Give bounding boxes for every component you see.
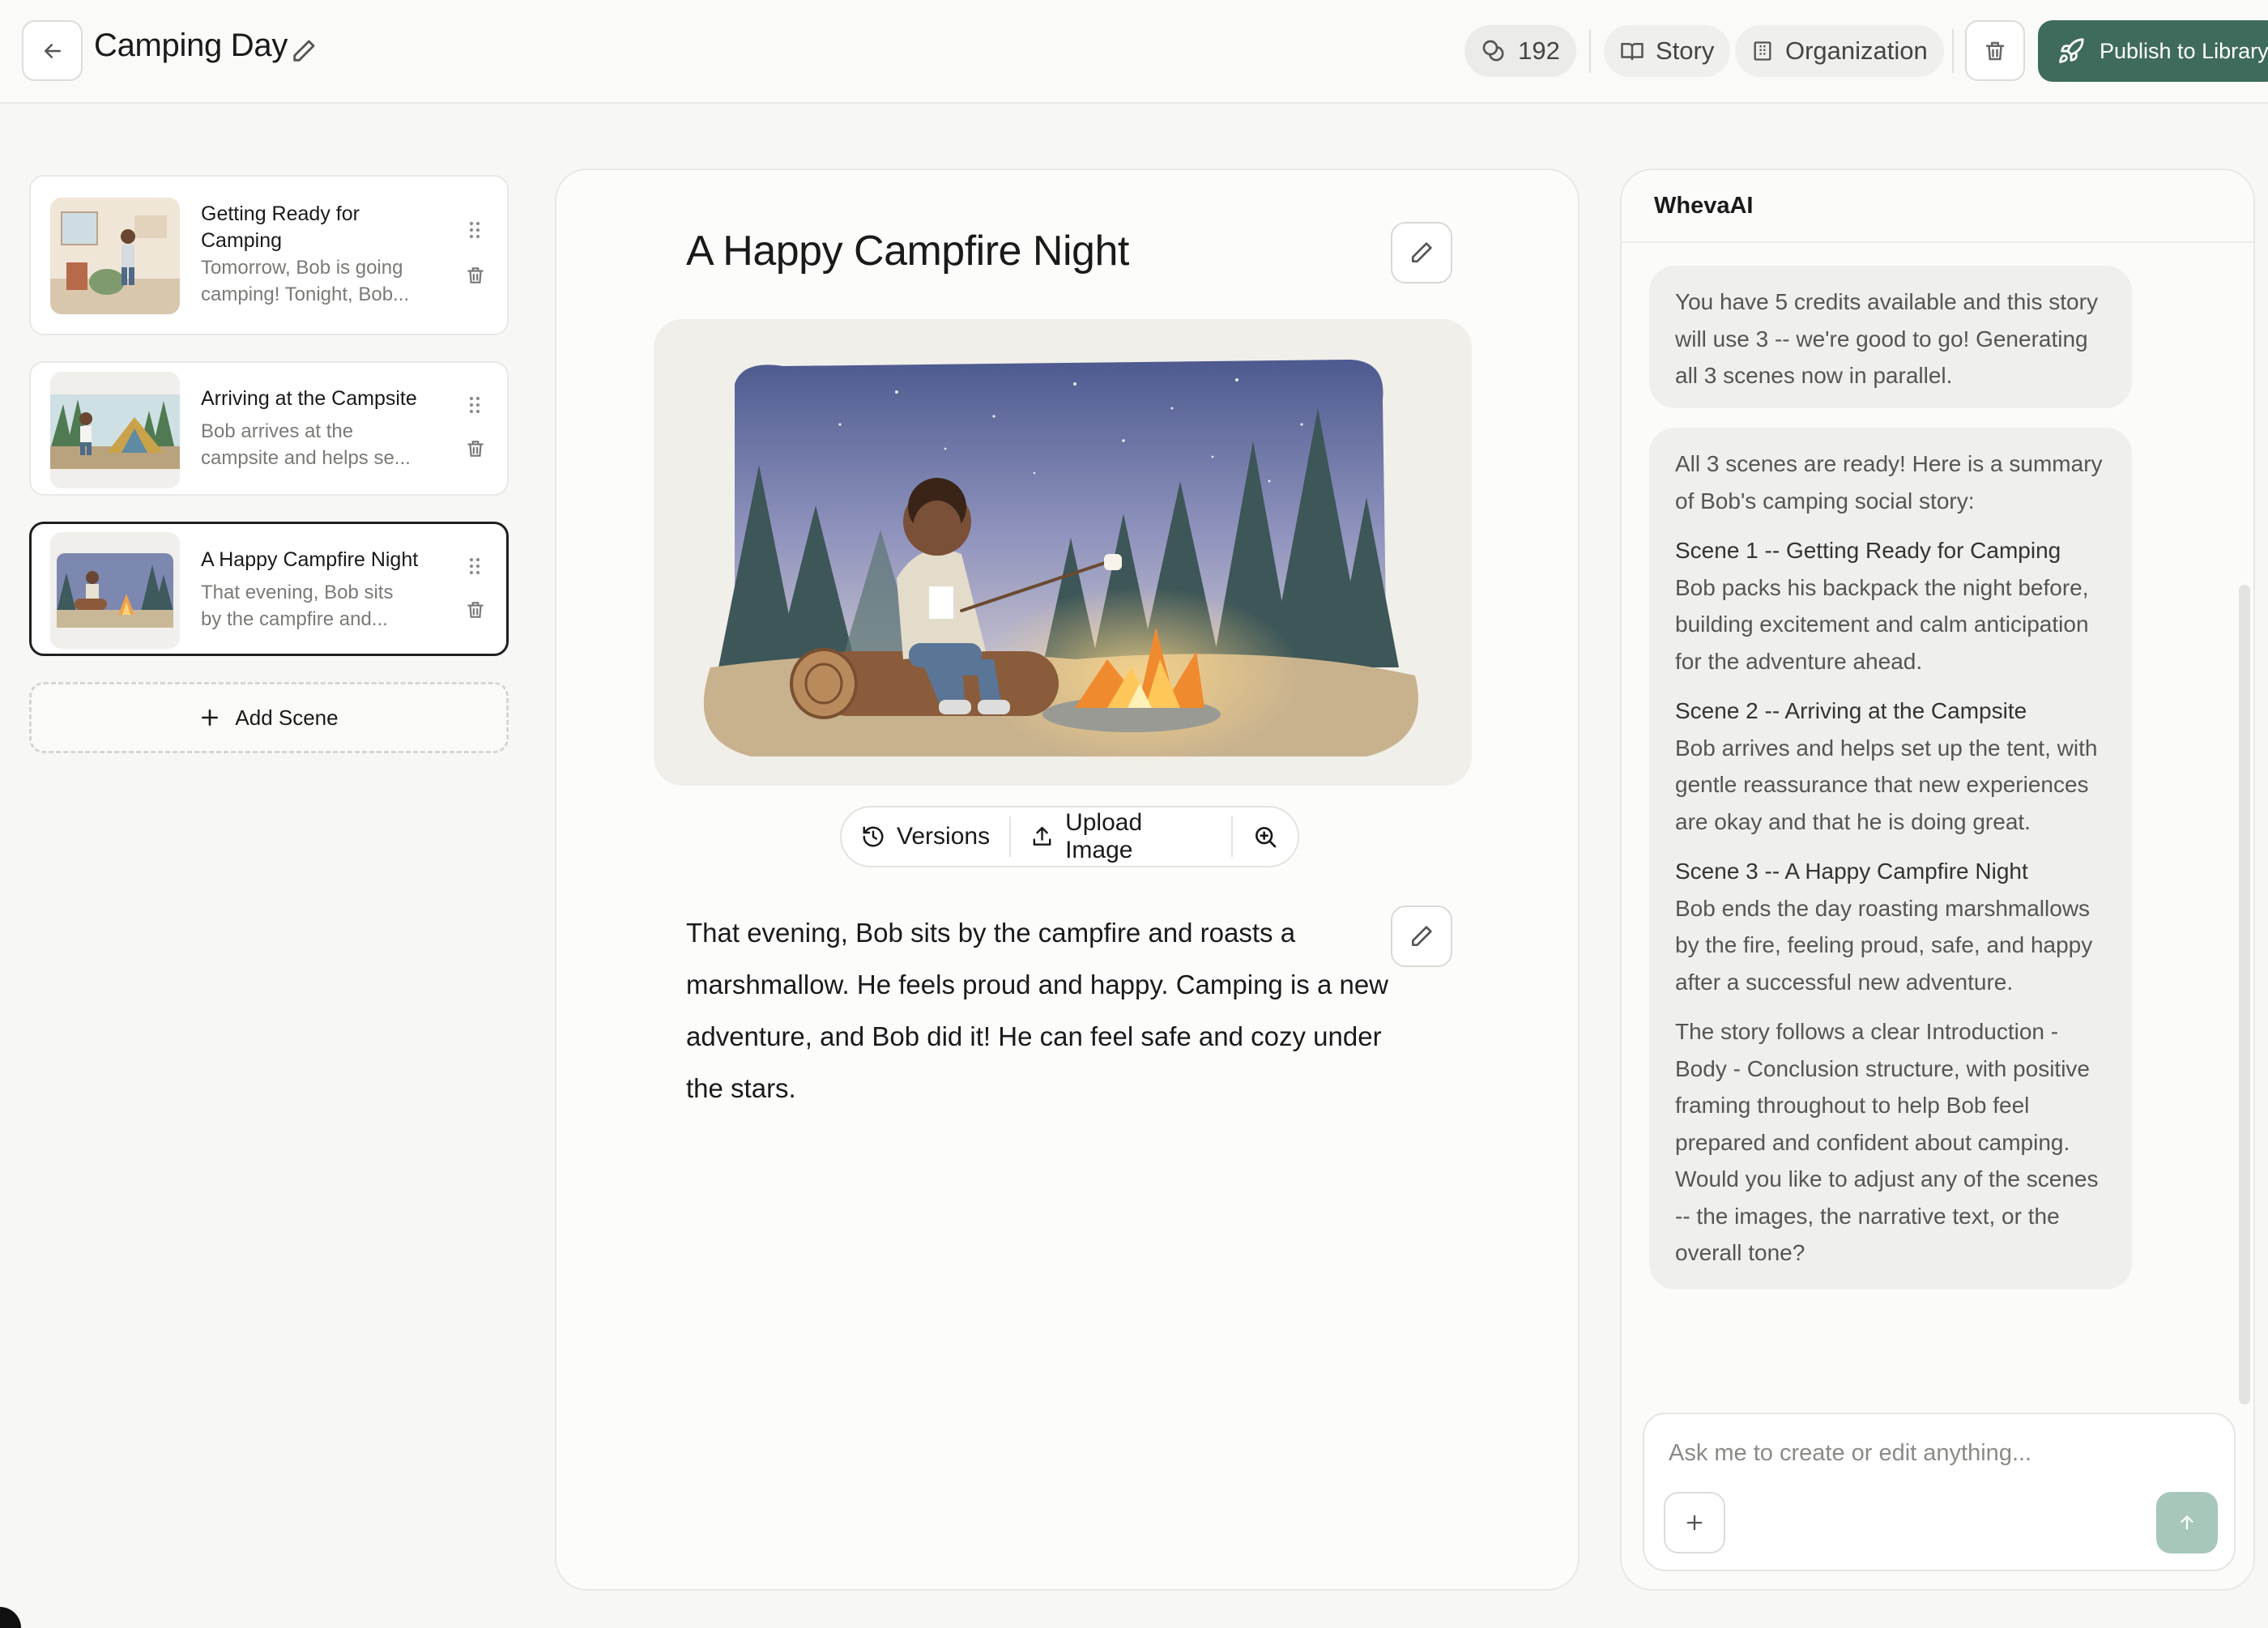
organization-tab[interactable]: Organization <box>1735 25 1944 77</box>
story-tab[interactable]: Story <box>1604 25 1731 77</box>
drag-handle[interactable] <box>468 220 481 244</box>
rocket-icon <box>2059 38 2084 63</box>
drag-handle[interactable] <box>468 556 481 580</box>
credits-badge[interactable]: 192 <box>1464 25 1576 77</box>
arrow-left-icon <box>44 43 61 58</box>
ai-panel-title: WhevaAI <box>1654 193 1754 219</box>
pencil-icon <box>1412 926 1432 946</box>
scene-editor: A Happy Campfire Night Versions Upload I… <box>555 168 1580 1591</box>
scene-summary-heading: Scene 1 -- Getting Ready for Camping <box>1675 538 2061 563</box>
upload-icon <box>1033 826 1051 846</box>
zoom-in-icon <box>1255 827 1277 848</box>
versions-label: Versions <box>897 823 991 850</box>
publish-button[interactable]: Publish to Library <box>2038 20 2268 82</box>
scene-thumbnail <box>50 198 180 314</box>
header-divider <box>1952 29 1954 73</box>
scene-description: Tomorrow, Bob is going <box>201 257 403 279</box>
add-scene-button[interactable]: Add Scene <box>29 682 509 753</box>
scene-title: Getting Ready for Camping <box>201 202 360 252</box>
scene-title: Arriving at the Campsite <box>201 387 417 410</box>
scene-description: Bob arrives at the <box>201 420 354 442</box>
scene-description: by the campfire and... <box>201 608 388 630</box>
plus-icon <box>202 710 219 726</box>
scene-summary-body: Bob arrives and helps set up the tent, w… <box>1675 735 2098 834</box>
scene-summary-heading: Scene 3 -- A Happy Campfire Night <box>1675 859 2028 884</box>
scene-card-1[interactable]: Getting Ready for Camping Tomorrow, Bob … <box>29 175 509 335</box>
book-icon <box>1621 43 1643 61</box>
attach-button[interactable] <box>1664 1492 1725 1553</box>
delete-story-button[interactable] <box>1965 20 2025 81</box>
zoom-button[interactable] <box>1233 808 1298 866</box>
history-icon <box>863 826 884 847</box>
credits-count: 192 <box>1518 36 1560 65</box>
send-button[interactable] <box>2156 1492 2218 1553</box>
message-text: You have 5 credits available and this st… <box>1675 289 2098 388</box>
delete-scene-button[interactable] <box>465 264 486 291</box>
ai-assistant-panel: WhevaAI You have 5 credits available and… <box>1620 168 2255 1591</box>
edit-title-button[interactable] <box>290 37 318 69</box>
building-icon <box>1754 41 1771 61</box>
delete-scene-button[interactable] <box>465 437 486 464</box>
grip-icon <box>470 397 480 413</box>
ai-message: All 3 scenes are ready! Here is a summar… <box>1649 428 2132 1289</box>
message-text: The story follows a clear Introduction -… <box>1675 1019 2099 1265</box>
edit-heading-button[interactable] <box>1391 222 1452 283</box>
story-tab-label: Story <box>1656 36 1715 65</box>
coins-icon <box>1482 40 1504 62</box>
pencil-icon <box>293 40 315 62</box>
pencil-icon <box>1412 242 1432 262</box>
ai-message: You have 5 credits available and this st… <box>1649 266 2132 408</box>
add-scene-label: Add Scene <box>235 705 339 730</box>
trash-icon <box>467 441 484 457</box>
scene-description: campsite and helps se... <box>201 447 411 469</box>
scene-thumbnail <box>50 532 180 649</box>
trash-icon <box>467 267 484 283</box>
scene-summary-body: Bob ends the day roasting marshmallows b… <box>1675 895 2093 995</box>
grip-icon <box>470 558 480 574</box>
upload-label: Upload Image <box>1065 809 1143 863</box>
scene-card-3[interactable]: A Happy Campfire Night That evening, Bob… <box>29 522 509 656</box>
scene-title: A Happy Campfire Night <box>201 548 419 571</box>
arrow-up-icon <box>2181 1515 2193 1530</box>
plus-icon <box>1686 1515 1703 1531</box>
project-title: Camping Day <box>94 28 288 63</box>
top-bar: Camping Day 192 Story Organization Publi… <box>0 0 2268 104</box>
header-divider <box>1589 29 1591 73</box>
drag-handle[interactable] <box>468 395 481 419</box>
scene-card-2[interactable]: Arriving at the Campsite Bob arrives at … <box>29 361 509 496</box>
scene-thumbnail <box>50 372 180 488</box>
back-button[interactable] <box>22 20 83 81</box>
scene-description: camping! Tonight, Bob... <box>201 283 410 305</box>
organization-tab-label: Organization <box>1785 36 1928 65</box>
corner-decoration <box>0 1607 21 1628</box>
scene-narrative[interactable]: That evening, Bob sits by the campfire a… <box>686 907 1399 1114</box>
chat-scrollbar[interactable] <box>2239 585 2250 1404</box>
trash-icon <box>1985 41 2005 60</box>
trash-icon <box>467 602 484 618</box>
scene-description: That evening, Bob sits <box>201 582 394 603</box>
scene-summary-heading: Scene 2 -- Arriving at the Campsite <box>1675 698 2027 723</box>
scene-illustration <box>654 319 1472 786</box>
chat-composer <box>1643 1413 2236 1571</box>
delete-scene-button[interactable] <box>465 599 486 625</box>
upload-image-button[interactable]: Upload Image <box>1011 808 1231 866</box>
versions-button[interactable]: Versions <box>842 808 1009 866</box>
publish-label: Publish to Library <box>2100 38 2268 63</box>
image-toolbar: Versions Upload Image <box>840 806 1299 867</box>
edit-text-button[interactable] <box>1391 906 1452 967</box>
scene-heading: A Happy Campfire Night <box>686 228 1129 275</box>
panel-divider <box>1622 241 2253 243</box>
message-text: All 3 scenes are ready! Here is a summar… <box>1675 451 2103 514</box>
grip-icon <box>470 222 480 238</box>
scene-summary-body: Bob packs his backpack the night before,… <box>1675 574 2089 674</box>
chat-input[interactable] <box>1669 1432 2203 1474</box>
